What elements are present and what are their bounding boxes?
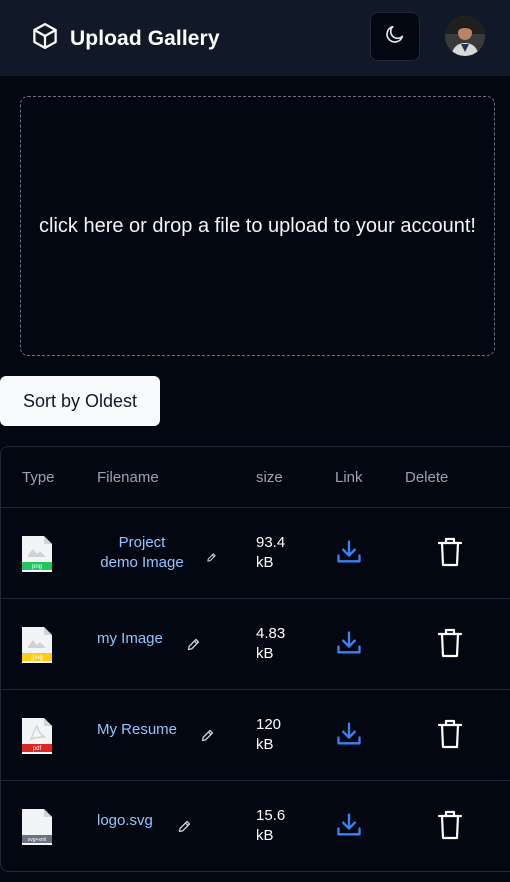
pencil-icon[interactable] (177, 819, 192, 839)
file-size: 93.4 kB (256, 534, 286, 571)
moon-icon (384, 23, 406, 50)
file-type-badge: jpeg (30, 655, 42, 661)
file-type-badge: svg+xml (28, 837, 46, 843)
table-row: svg+xml logo.svg 15.6 kB (1, 781, 510, 871)
column-header-size: size (256, 469, 283, 486)
file-size: 15.6 kB (256, 807, 286, 844)
filename-link[interactable]: My Resume (97, 720, 177, 740)
app-header: Upload Gallery (0, 0, 510, 76)
filename-link[interactable]: Project demo Image (98, 533, 186, 573)
filename-link[interactable]: my Image (97, 629, 163, 649)
table-header: Type Filename size Link Delete (1, 447, 510, 508)
image-file-icon: png (21, 535, 53, 578)
upload-dropzone[interactable]: click here or drop a file to upload to y… (20, 96, 495, 356)
table-row: png Project demo Image 93.4 kB (1, 508, 510, 599)
file-type-badge: pdf (33, 746, 42, 752)
pencil-icon[interactable] (200, 728, 215, 748)
column-header-delete: Delete (405, 469, 449, 486)
dropzone-text: click here or drop a file to upload to y… (39, 214, 476, 237)
download-icon[interactable] (335, 811, 363, 844)
svg-file-icon: svg+xml (21, 808, 53, 851)
trash-icon[interactable] (437, 628, 463, 663)
pdf-file-icon: pdf (21, 717, 53, 760)
table-row: pdf My Resume 120 kB (1, 690, 510, 781)
column-header-type: Type (22, 469, 55, 486)
trash-icon[interactable] (437, 719, 463, 754)
cube-icon (30, 21, 60, 56)
filename-link[interactable]: logo.svg (97, 811, 153, 831)
column-header-filename: Filename (97, 469, 159, 486)
theme-toggle-button[interactable] (370, 12, 420, 61)
download-icon[interactable] (335, 538, 363, 571)
pencil-icon[interactable] (206, 550, 217, 568)
file-size: 120 kB (256, 716, 282, 753)
image-file-icon: jpeg (21, 626, 53, 669)
brand[interactable]: Upload Gallery (30, 21, 220, 56)
column-header-link: Link (335, 469, 363, 486)
user-avatar[interactable] (445, 16, 485, 56)
trash-icon[interactable] (437, 810, 463, 845)
app-title: Upload Gallery (70, 26, 220, 50)
files-table: Type Filename size Link Delete png Proje… (0, 446, 510, 872)
file-type-badge: png (32, 564, 42, 570)
download-icon[interactable] (335, 629, 363, 662)
download-icon[interactable] (335, 720, 363, 753)
file-size: 4.83 kB (256, 625, 286, 662)
trash-icon[interactable] (437, 537, 463, 572)
pencil-icon[interactable] (186, 637, 201, 657)
table-row: jpeg my Image 4.83 kB (1, 599, 510, 690)
sort-button[interactable]: Sort by Oldest (0, 376, 160, 426)
